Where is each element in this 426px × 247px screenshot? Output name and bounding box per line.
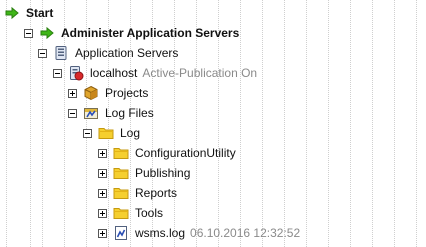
tree-guide-line bbox=[6, 0, 7, 247]
tree-guide-line bbox=[240, 0, 241, 247]
server-icon bbox=[53, 45, 69, 61]
tree-node-label[interactable]: Log bbox=[120, 126, 140, 140]
tree-node-application-servers[interactable]: Application Servers bbox=[38, 43, 178, 63]
expand-toggle[interactable] bbox=[98, 168, 107, 178]
green-arrow-icon bbox=[4, 5, 20, 21]
server-red-icon bbox=[68, 65, 84, 81]
tree-node-label[interactable]: Publishing bbox=[135, 166, 190, 180]
timestamp-text: 06.10.2016 12:32:52 bbox=[190, 226, 301, 240]
log-file-icon bbox=[113, 225, 129, 241]
tree-guide-line bbox=[394, 0, 395, 247]
tree-node-label[interactable]: ConfigurationUtility bbox=[135, 146, 236, 160]
status-text: Active-Publication On bbox=[142, 66, 258, 80]
tree-node-label[interactable]: Application Servers bbox=[75, 46, 178, 60]
tree-view: Start Administer Application Servers App… bbox=[0, 0, 426, 247]
tree-node-configurationutility[interactable]: ConfigurationUtility bbox=[98, 143, 236, 163]
tree-node-start[interactable]: Start bbox=[4, 3, 53, 23]
tree-guide-line bbox=[372, 0, 373, 247]
green-arrow-icon bbox=[39, 25, 55, 41]
tree-node-label[interactable]: localhost bbox=[90, 66, 137, 80]
collapse-toggle[interactable] bbox=[53, 68, 62, 78]
tree-node-log[interactable]: Log bbox=[83, 123, 140, 143]
collapse-toggle[interactable] bbox=[38, 48, 47, 58]
collapse-toggle[interactable] bbox=[24, 28, 33, 38]
tree-guide-line bbox=[306, 0, 307, 247]
expand-toggle[interactable] bbox=[98, 148, 107, 158]
folder-icon bbox=[98, 125, 114, 141]
folder-icon bbox=[113, 145, 129, 161]
folder-icon bbox=[113, 205, 129, 221]
tree-guide-line bbox=[262, 0, 263, 247]
tree-node-label[interactable]: Tools bbox=[135, 206, 163, 220]
expand-toggle[interactable] bbox=[98, 228, 107, 238]
tree-guide-line bbox=[350, 0, 351, 247]
expand-toggle[interactable] bbox=[98, 208, 107, 218]
tree-node-publishing[interactable]: Publishing bbox=[98, 163, 190, 183]
tree-node-label[interactable]: wsms.log bbox=[135, 226, 185, 240]
tree-node-localhost[interactable]: localhost Active-Publication On bbox=[53, 63, 257, 83]
folder-icon bbox=[113, 185, 129, 201]
tree-node-label[interactable]: Projects bbox=[105, 86, 148, 100]
expand-toggle[interactable] bbox=[68, 88, 77, 98]
tree-node-label[interactable]: Log Files bbox=[105, 106, 154, 120]
tree-guide-line bbox=[328, 0, 329, 247]
log-files-icon bbox=[83, 105, 99, 121]
tree-node-wsms-log[interactable]: wsms.log 06.10.2016 12:32:52 bbox=[98, 223, 300, 243]
tree-node-label[interactable]: Reports bbox=[135, 186, 177, 200]
tree-node-projects[interactable]: Projects bbox=[68, 83, 148, 103]
expand-toggle[interactable] bbox=[98, 188, 107, 198]
package-icon bbox=[83, 85, 99, 101]
collapse-toggle[interactable] bbox=[83, 128, 92, 138]
tree-node-administer-application-servers[interactable]: Administer Application Servers bbox=[24, 23, 239, 43]
collapse-toggle[interactable] bbox=[68, 108, 77, 118]
folder-icon bbox=[113, 165, 129, 181]
tree-node-label[interactable]: Administer Application Servers bbox=[61, 26, 239, 40]
tree-node-log-files[interactable]: Log Files bbox=[68, 103, 154, 123]
tree-node-tools[interactable]: Tools bbox=[98, 203, 163, 223]
tree-guide-line bbox=[284, 0, 285, 247]
tree-guide-line bbox=[416, 0, 417, 247]
tree-node-label[interactable]: Start bbox=[26, 6, 53, 20]
tree-node-reports[interactable]: Reports bbox=[98, 183, 177, 203]
